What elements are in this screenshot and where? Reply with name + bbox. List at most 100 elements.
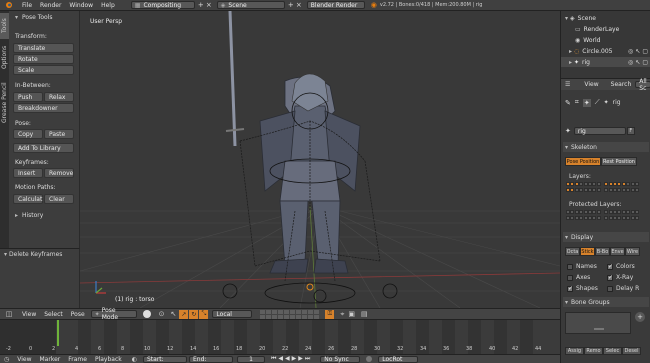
select-button[interactable]: Selec	[603, 347, 622, 355]
bone-groups-panel-header[interactable]: Bone Groups	[563, 297, 649, 307]
scale-button[interactable]: Scale	[13, 65, 74, 75]
layer-toggle[interactable]	[583, 188, 588, 192]
display-wire[interactable]: Wire	[625, 247, 640, 256]
menu-window[interactable]: Window	[69, 2, 93, 9]
layer-toggle[interactable]	[588, 210, 592, 214]
colors-checkbox[interactable]: Colors	[607, 263, 635, 270]
layer-toggle[interactable]	[604, 188, 609, 192]
bone-groups-list[interactable]	[565, 312, 631, 334]
selectable-icon[interactable]: ↖	[635, 48, 640, 55]
lock-icon[interactable]: ⚿	[325, 309, 335, 319]
layer-toggle[interactable]	[604, 182, 609, 186]
layer-toggle[interactable]	[621, 182, 626, 186]
layer-toggle[interactable]	[617, 182, 622, 186]
calculate-paths-button[interactable]: Calculat	[13, 194, 43, 204]
ol-menu-view[interactable]: View	[584, 81, 598, 88]
close-scene-icon[interactable]: ×	[295, 1, 303, 9]
layer-toggle[interactable]	[566, 216, 570, 220]
deselect-button[interactable]: Desel	[622, 347, 641, 355]
render-engine-selector[interactable]: Blender Render	[306, 1, 365, 9]
insert-keyframe-button[interactable]: Insert	[13, 168, 43, 178]
layer-toggle[interactable]	[570, 216, 575, 220]
mode-selector[interactable]: ✦ Pose Mode	[90, 307, 137, 321]
outliner-row-circle[interactable]: ▸ ◌ Circle.005 ◎ ↖ ▢	[561, 46, 650, 56]
axes-check-box[interactable]	[567, 274, 573, 281]
fake-user-button[interactable]: F	[626, 127, 635, 135]
layer-toggle[interactable]	[630, 182, 635, 186]
tab-options[interactable]: Options	[0, 41, 9, 73]
colors-check-box[interactable]	[607, 263, 613, 270]
layer-toggle[interactable]	[596, 188, 601, 192]
operator-header[interactable]: ▾ Delete Keyframes	[4, 251, 62, 258]
start-frame-field[interactable]: Start:	[142, 355, 187, 363]
pose-position-button[interactable]: Pose Position	[565, 157, 601, 166]
delay-check-box[interactable]	[607, 285, 613, 292]
layer-toggle[interactable]	[617, 188, 622, 192]
layer-toggle[interactable]	[583, 216, 588, 220]
preview-range-icon[interactable]: ◐	[132, 356, 137, 363]
layer-toggle[interactable]	[630, 188, 635, 192]
assign-button[interactable]: Assig	[565, 347, 584, 355]
menu-help[interactable]: Help	[101, 2, 115, 9]
visibility-eye-icon[interactable]: ◎	[628, 59, 633, 66]
layer-toggle[interactable]	[626, 188, 631, 192]
outliner-row-scene[interactable]: ▾ ◈ Scene	[561, 13, 650, 23]
shading-solid-icon[interactable]	[142, 310, 151, 318]
editor-type-icon[interactable]: ◫	[4, 310, 14, 318]
rotate-manip-icon[interactable]: ↻	[189, 309, 199, 319]
menu-pose[interactable]: Pose	[71, 311, 85, 318]
remove-button[interactable]: Remo	[584, 347, 603, 355]
datablock-field[interactable]: rig	[573, 127, 626, 135]
layer-toggle[interactable]	[570, 182, 575, 186]
display-panel-header[interactable]: Display	[563, 232, 649, 242]
layer-toggle[interactable]	[574, 182, 579, 186]
axes-checkbox[interactable]: Axes	[567, 274, 590, 281]
layer-toggle[interactable]	[626, 216, 631, 220]
sync-selector[interactable]: No Sync	[320, 355, 361, 363]
names-checkbox[interactable]: Names	[567, 263, 597, 270]
rest-position-button[interactable]: Rest Position	[601, 157, 637, 166]
protected-layers-grid[interactable]	[566, 210, 642, 224]
close-layout-icon[interactable]: ×	[205, 1, 213, 9]
selectable-icon[interactable]: ↖	[635, 59, 640, 66]
end-frame-field[interactable]: End:	[188, 355, 233, 363]
push-button[interactable]: Push	[13, 92, 43, 102]
layer-toggle[interactable]	[608, 210, 613, 214]
tab-tools[interactable]: Tools	[0, 13, 9, 39]
layer-toggle[interactable]	[621, 216, 626, 220]
display-octahedral[interactable]: Octa	[565, 247, 580, 256]
tl-menu-frame[interactable]: Frame	[68, 356, 87, 363]
delay-checkbox[interactable]: Delay R	[607, 285, 639, 292]
shapes-checkbox[interactable]: Shapes	[567, 285, 598, 292]
layer-toggle[interactable]	[570, 210, 575, 214]
keying-set-selector[interactable]: LocRot	[378, 355, 419, 363]
layer-toggle[interactable]	[574, 216, 579, 220]
layer-toggle[interactable]	[592, 210, 597, 214]
list-resize-handle[interactable]	[594, 328, 604, 330]
layer-toggle[interactable]	[608, 188, 613, 192]
copy-pose-button[interactable]: Copy	[13, 129, 43, 139]
relax-button[interactable]: Relax	[44, 92, 74, 102]
layer-buttons[interactable]	[260, 309, 320, 319]
layer-toggle[interactable]	[635, 216, 639, 220]
add-layout-icon[interactable]: +	[197, 1, 205, 9]
menu-file[interactable]: File	[22, 2, 32, 9]
object-tab-icon[interactable]: ⌗	[575, 98, 579, 107]
tab-grease-pencil[interactable]: Grease Pencil	[0, 75, 9, 131]
data-tab-icon[interactable]: ✦	[582, 98, 591, 107]
manipulator-icon[interactable]: ↖	[171, 310, 177, 318]
layer-toggle[interactable]	[608, 182, 613, 186]
layer-toggle[interactable]	[579, 188, 584, 192]
display-envelope[interactable]: Enve	[610, 247, 625, 256]
outliner-row-renderlayers[interactable]: ▭ RenderLaye	[561, 24, 650, 34]
layer-toggle[interactable]	[588, 188, 592, 192]
3d-viewport[interactable]: User Persp (1) rig : torso	[80, 11, 560, 308]
menu-view[interactable]: View	[22, 311, 36, 318]
layer-toggle[interactable]	[635, 188, 639, 192]
layer-toggle[interactable]	[635, 182, 639, 186]
layer-toggle[interactable]	[617, 216, 622, 220]
layer-toggle[interactable]	[635, 210, 639, 214]
breakdowner-button[interactable]: Breakdowner	[13, 103, 74, 113]
shapes-check-box[interactable]	[567, 285, 573, 292]
layer-toggle[interactable]	[579, 210, 584, 214]
